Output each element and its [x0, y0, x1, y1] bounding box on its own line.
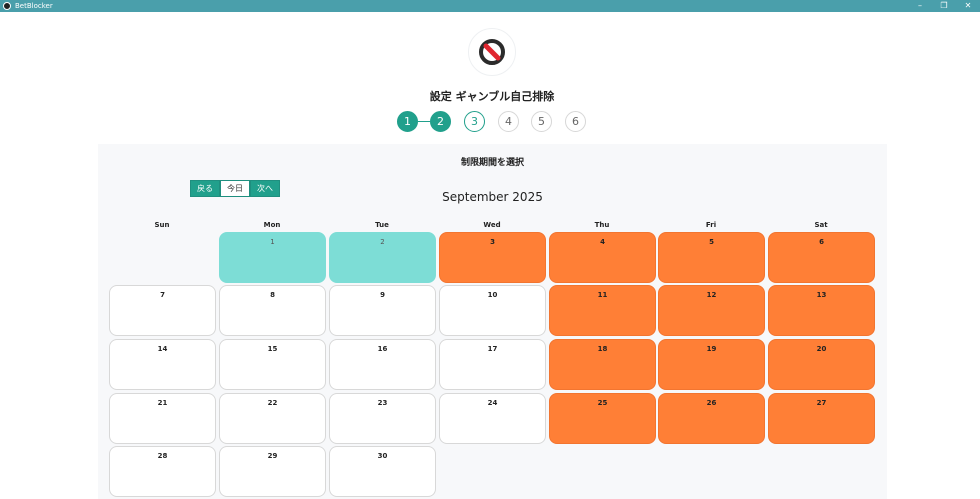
- step-1[interactable]: 1: [397, 111, 418, 132]
- day-number: 17: [487, 345, 498, 353]
- window-controls: – ❐ ✕: [908, 0, 980, 12]
- prohibited-icon: [479, 39, 505, 65]
- day-number: 25: [597, 399, 608, 407]
- day-cell[interactable]: 8: [219, 285, 326, 336]
- step-6[interactable]: 6: [565, 111, 586, 132]
- day-cell[interactable]: 24: [439, 393, 546, 444]
- app-icon: [3, 2, 11, 10]
- day-cell[interactable]: 22: [219, 393, 326, 444]
- day-cell[interactable]: 28: [109, 446, 216, 497]
- day-number: 19: [706, 345, 717, 353]
- day-cell[interactable]: 4: [549, 232, 656, 283]
- day-cell[interactable]: 18: [549, 339, 656, 390]
- title-bar: BetBlocker – ❐ ✕: [0, 0, 980, 12]
- day-cell[interactable]: 2: [329, 232, 436, 283]
- day-cell[interactable]: 11: [549, 285, 656, 336]
- day-cell[interactable]: 7: [109, 285, 216, 336]
- app-logo: [468, 28, 516, 76]
- day-number: 30: [377, 452, 388, 460]
- day-cell[interactable]: 17: [439, 339, 546, 390]
- day-cell[interactable]: 20: [768, 339, 875, 390]
- weekday-mon: Mon: [263, 221, 281, 229]
- day-number: 22: [267, 399, 278, 407]
- step-3[interactable]: 3: [464, 111, 485, 132]
- window-title: BetBlocker: [15, 2, 53, 10]
- day-cell[interactable]: 12: [658, 285, 765, 336]
- day-number: 7: [160, 291, 165, 299]
- day-cell[interactable]: 19: [658, 339, 765, 390]
- day-number: 27: [816, 399, 827, 407]
- day-number: 9: [380, 291, 385, 299]
- page-title: 設定 ギャンブル自己排除: [429, 90, 555, 103]
- step-4[interactable]: 4: [498, 111, 519, 132]
- day-cell[interactable]: 14: [109, 339, 216, 390]
- panel-title: 制限期間を選択: [460, 158, 524, 168]
- day-number: 24: [487, 399, 498, 407]
- day-number: 4: [600, 238, 605, 246]
- day-cell[interactable]: 29: [219, 446, 326, 497]
- calendar-panel: 制限期間を選択 戻る 今日 次へ September 2025 Sun Mon …: [98, 144, 887, 499]
- day-number: 1: [270, 238, 275, 246]
- weekday-thu: Thu: [594, 221, 610, 229]
- month-label: September 2025: [442, 190, 543, 204]
- day-number: 6: [819, 238, 824, 246]
- day-number: 13: [816, 291, 827, 299]
- day-number: 20: [816, 345, 827, 353]
- day-cell[interactable]: 27: [768, 393, 875, 444]
- day-cell[interactable]: 9: [329, 285, 436, 336]
- weekday-sat: Sat: [814, 221, 828, 229]
- maximize-icon[interactable]: ❐: [932, 0, 956, 12]
- day-number: 23: [377, 399, 388, 407]
- day-cell[interactable]: 25: [549, 393, 656, 444]
- weekday-wed: Wed: [483, 221, 501, 229]
- day-cell[interactable]: 5: [658, 232, 765, 283]
- day-cell[interactable]: 1: [219, 232, 326, 283]
- day-number: 21: [157, 399, 168, 407]
- day-number: 14: [157, 345, 168, 353]
- step-2[interactable]: 2: [430, 111, 451, 132]
- day-number: 28: [157, 452, 168, 460]
- day-cell[interactable]: 21: [109, 393, 216, 444]
- weekday-fri: Fri: [705, 221, 717, 229]
- day-cell[interactable]: 15: [219, 339, 326, 390]
- day-number: 15: [267, 345, 278, 353]
- day-cell[interactable]: 16: [329, 339, 436, 390]
- minimize-icon[interactable]: –: [908, 0, 932, 12]
- day-number: 16: [377, 345, 388, 353]
- day-number: 26: [706, 399, 717, 407]
- weekday-sun: Sun: [154, 221, 170, 229]
- day-number: 2: [380, 238, 385, 246]
- day-cell[interactable]: 10: [439, 285, 546, 336]
- step-5[interactable]: 5: [531, 111, 552, 132]
- day-number: 5: [709, 238, 714, 246]
- day-cell[interactable]: 6: [768, 232, 875, 283]
- step-connector: [418, 121, 430, 122]
- day-number: 8: [270, 291, 275, 299]
- day-number: 10: [487, 291, 498, 299]
- day-cell[interactable]: 23: [329, 393, 436, 444]
- day-cell[interactable]: 13: [768, 285, 875, 336]
- day-number: 29: [267, 452, 278, 460]
- day-number: 12: [706, 291, 717, 299]
- day-cell[interactable]: 30: [329, 446, 436, 497]
- weekday-tue: Tue: [375, 221, 389, 229]
- day-number: 3: [490, 238, 495, 246]
- day-cell[interactable]: 26: [658, 393, 765, 444]
- close-icon[interactable]: ✕: [956, 0, 980, 12]
- day-cell[interactable]: 3: [439, 232, 546, 283]
- day-number: 11: [597, 291, 608, 299]
- day-number: 18: [597, 345, 608, 353]
